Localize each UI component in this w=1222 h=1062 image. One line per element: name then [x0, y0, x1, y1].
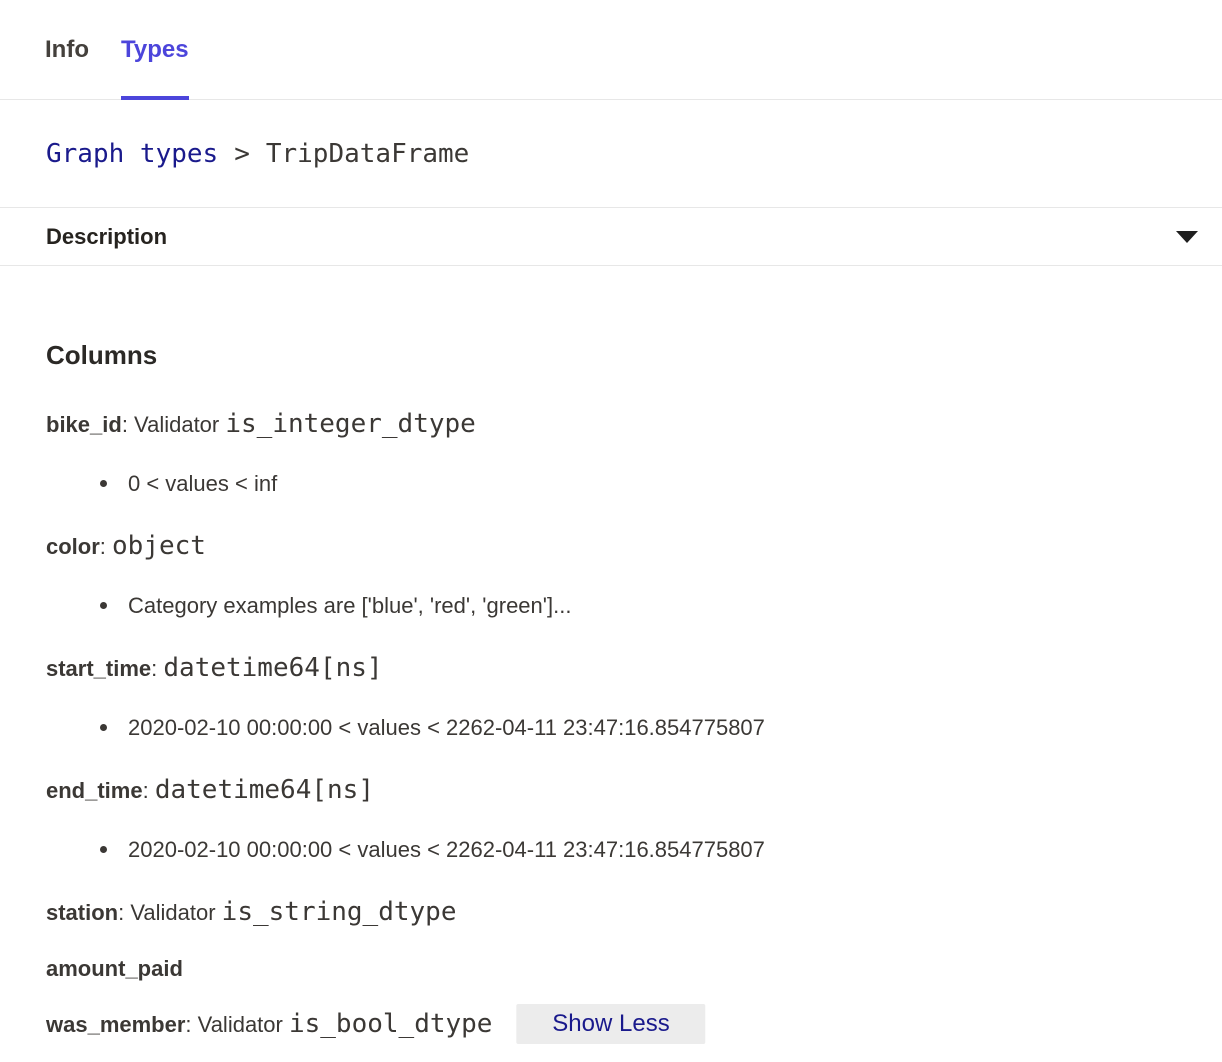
columns-heading: Columns: [46, 338, 1176, 372]
column-colon: :: [122, 412, 134, 437]
column-colon: :: [100, 534, 112, 559]
description-section-header[interactable]: Description: [0, 208, 1222, 266]
tab-info-label: Info: [45, 36, 89, 64]
tab-bar: Info Types: [0, 0, 1222, 100]
column-dtype-code: datetime64[ns]: [163, 653, 382, 683]
breadcrumb-link-graph-types[interactable]: Graph types: [46, 139, 218, 169]
breadcrumb: Graph types > TripDataFrame: [0, 100, 1222, 208]
column-constraints-end-time: 2020-02-10 00:00:00 < values < 2262-04-1…: [46, 835, 1176, 865]
column-definition-end-time: end_time: datetime64[ns]: [46, 776, 1176, 806]
column-name: was_member: [46, 1012, 185, 1037]
column-name: end_time: [46, 778, 143, 803]
columns-section: Columns bike_id: Validator is_integer_dt…: [0, 266, 1222, 1040]
tab-types[interactable]: Types: [121, 0, 189, 99]
constraint-item: 2020-02-10 00:00:00 < values < 2262-04-1…: [46, 835, 1176, 865]
column-definition-bike-id: bike_id: Validator is_integer_dtype: [46, 410, 1176, 440]
column-constraints-color: Category examples are ['blue', 'red', 'g…: [46, 591, 1176, 621]
column-colon: :: [118, 900, 130, 925]
description-label: Description: [46, 224, 167, 250]
column-name: station: [46, 900, 118, 925]
column-constraints-start-time: 2020-02-10 00:00:00 < values < 2262-04-1…: [46, 713, 1176, 743]
column-constraints-bike-id: 0 < values < inf: [46, 469, 1176, 499]
column-name: amount_paid: [46, 956, 183, 981]
constraint-item: Category examples are ['blue', 'red', 'g…: [46, 591, 1176, 621]
column-name: start_time: [46, 656, 151, 681]
column-definition-start-time: start_time: datetime64[ns]: [46, 654, 1176, 684]
column-dtype-code: object: [112, 531, 206, 561]
column-colon: :: [143, 778, 155, 803]
column-definition-color: color: object: [46, 532, 1176, 562]
caret-down-icon[interactable]: [1176, 231, 1198, 243]
column-colon: :: [151, 656, 163, 681]
column-validator-label: Validator: [130, 900, 221, 925]
column-name: color: [46, 534, 100, 559]
column-dtype-code: is_bool_dtype: [289, 1009, 493, 1039]
column-dtype-code: is_integer_dtype: [225, 409, 475, 439]
column-definition-amount-paid: amount_paid: [46, 954, 1176, 984]
column-validator-label: Validator: [198, 1012, 289, 1037]
column-validator-label: Validator: [134, 412, 225, 437]
breadcrumb-separator: >: [234, 139, 250, 169]
constraint-item: 2020-02-10 00:00:00 < values < 2262-04-1…: [46, 713, 1176, 743]
column-definition-station: station: Validator is_string_dtype: [46, 898, 1176, 928]
breadcrumb-current-page: TripDataFrame: [266, 139, 470, 169]
column-dtype-code: datetime64[ns]: [155, 775, 374, 805]
show-less-button[interactable]: Show Less: [516, 1004, 705, 1044]
column-name: bike_id: [46, 412, 122, 437]
column-colon: :: [185, 1012, 197, 1037]
tab-info[interactable]: Info: [45, 0, 89, 99]
tab-types-label: Types: [121, 36, 189, 64]
constraint-item: 0 < values < inf: [46, 469, 1176, 499]
column-dtype-code: is_string_dtype: [222, 897, 457, 927]
